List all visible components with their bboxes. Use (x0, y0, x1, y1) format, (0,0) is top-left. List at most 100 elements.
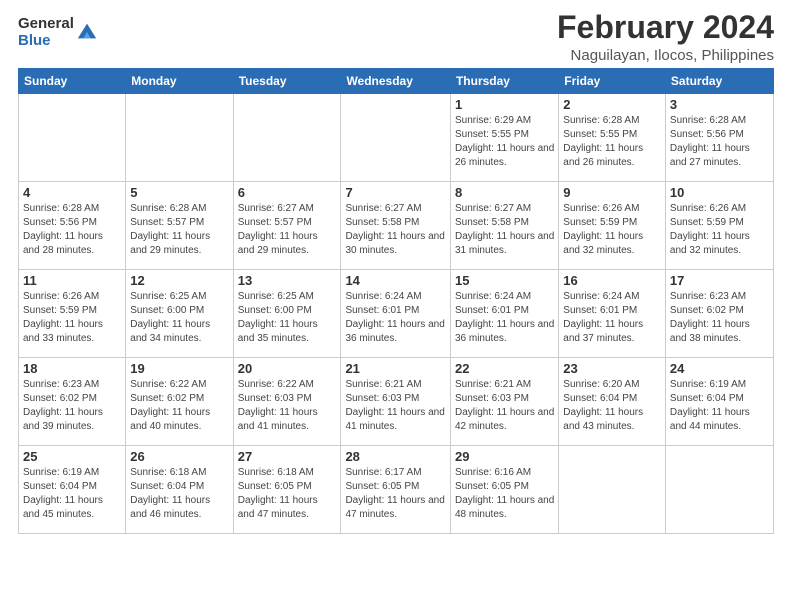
col-sunday: Sunday (19, 69, 126, 94)
day-info: Sunrise: 6:26 AM Sunset: 5:59 PM Dayligh… (23, 290, 121, 346)
day-info: Sunrise: 6:23 AM Sunset: 6:02 PM Dayligh… (670, 290, 769, 346)
calendar-cell: 28 Sunrise: 6:17 AM Sunset: 6:05 PM Dayli… (341, 446, 451, 534)
day-number: 16 (563, 273, 661, 288)
day-number: 28 (345, 449, 446, 464)
day-number: 29 (455, 449, 554, 464)
day-info: Sunrise: 6:28 AM Sunset: 5:57 PM Dayligh… (130, 202, 228, 258)
day-number: 19 (130, 361, 228, 376)
week-row-1: 1 Sunrise: 6:29 AM Sunset: 5:55 PM Daylig… (19, 94, 774, 182)
calendar-cell: 9 Sunrise: 6:26 AM Sunset: 5:59 PM Daylig… (559, 182, 666, 270)
day-info: Sunrise: 6:26 AM Sunset: 5:59 PM Dayligh… (563, 202, 661, 258)
week-row-4: 18Sunrise: 6:23 AM Sunset: 6:02 PM Dayli… (19, 358, 774, 446)
calendar-cell: 24 Sunrise: 6:19 AM Sunset: 6:04 PM Dayli… (665, 358, 773, 446)
day-number: 17 (670, 273, 769, 288)
day-number: 18 (23, 361, 121, 376)
day-info: Sunrise: 6:21 AM Sunset: 6:03 PM Dayligh… (345, 378, 446, 434)
col-saturday: Saturday (665, 69, 773, 94)
day-info: Sunrise: 6:29 AM Sunset: 5:55 PM Dayligh… (455, 114, 554, 170)
logo: General Blue (18, 16, 98, 49)
day-info: Sunrise: 6:28 AM Sunset: 5:56 PM Dayligh… (670, 114, 769, 170)
calendar-cell: 18Sunrise: 6:23 AM Sunset: 6:02 PM Dayli… (19, 358, 126, 446)
calendar-cell: 11 Sunrise: 6:26 AM Sunset: 5:59 PM Dayli… (19, 270, 126, 358)
calendar-cell (341, 94, 451, 182)
calendar-cell: 21Sunrise: 6:21 AM Sunset: 6:03 PM Dayli… (341, 358, 451, 446)
calendar-cell: 14 Sunrise: 6:24 AM Sunset: 6:01 PM Dayli… (341, 270, 451, 358)
day-number: 12 (130, 273, 228, 288)
day-info: Sunrise: 6:16 AM Sunset: 6:05 PM Dayligh… (455, 466, 554, 522)
header: General Blue February 2024 Naguilayan, I… (18, 10, 774, 64)
day-number: 10 (670, 185, 769, 200)
day-info: Sunrise: 6:25 AM Sunset: 6:00 PM Dayligh… (238, 290, 337, 346)
day-number: 9 (563, 185, 661, 200)
calendar-cell: 2Sunrise: 6:28 AM Sunset: 5:55 PM Daylig… (559, 94, 666, 182)
col-thursday: Thursday (450, 69, 558, 94)
calendar-cell (126, 94, 233, 182)
calendar-cell: 5 Sunrise: 6:28 AM Sunset: 5:57 PM Daylig… (126, 182, 233, 270)
day-info: Sunrise: 6:20 AM Sunset: 6:04 PM Dayligh… (563, 378, 661, 434)
week-row-3: 11 Sunrise: 6:26 AM Sunset: 5:59 PM Dayli… (19, 270, 774, 358)
day-number: 20 (238, 361, 337, 376)
calendar-cell (665, 446, 773, 534)
calendar-cell: 8 Sunrise: 6:27 AM Sunset: 5:58 PM Daylig… (450, 182, 558, 270)
day-number: 8 (455, 185, 554, 200)
day-info: Sunrise: 6:22 AM Sunset: 6:02 PM Dayligh… (130, 378, 228, 434)
day-info: Sunrise: 6:26 AM Sunset: 5:59 PM Dayligh… (670, 202, 769, 258)
day-number: 6 (238, 185, 337, 200)
day-info: Sunrise: 6:18 AM Sunset: 6:05 PM Dayligh… (238, 466, 337, 522)
calendar-cell: 6 Sunrise: 6:27 AM Sunset: 5:57 PM Daylig… (233, 182, 341, 270)
day-number: 1 (455, 97, 554, 112)
day-number: 3 (670, 97, 769, 112)
calendar-cell: 20 Sunrise: 6:22 AM Sunset: 6:03 PM Dayli… (233, 358, 341, 446)
day-number: 27 (238, 449, 337, 464)
day-info: Sunrise: 6:21 AM Sunset: 6:03 PM Dayligh… (455, 378, 554, 434)
calendar-cell: 17 Sunrise: 6:23 AM Sunset: 6:02 PM Dayli… (665, 270, 773, 358)
day-info: Sunrise: 6:19 AM Sunset: 6:04 PM Dayligh… (23, 466, 121, 522)
day-number: 23 (563, 361, 661, 376)
day-info: Sunrise: 6:17 AM Sunset: 6:05 PM Dayligh… (345, 466, 446, 522)
calendar-table: Sunday Monday Tuesday Wednesday Thursday… (18, 68, 774, 534)
calendar-cell: 22 Sunrise: 6:21 AM Sunset: 6:03 PM Dayli… (450, 358, 558, 446)
calendar-cell: 23 Sunrise: 6:20 AM Sunset: 6:04 PM Dayli… (559, 358, 666, 446)
day-info: Sunrise: 6:27 AM Sunset: 5:57 PM Dayligh… (238, 202, 337, 258)
day-number: 5 (130, 185, 228, 200)
col-tuesday: Tuesday (233, 69, 341, 94)
logo-general: General (18, 16, 74, 33)
col-wednesday: Wednesday (341, 69, 451, 94)
logo-blue: Blue (18, 33, 74, 50)
logo-icon (76, 20, 98, 42)
day-info: Sunrise: 6:22 AM Sunset: 6:03 PM Dayligh… (238, 378, 337, 434)
day-number: 11 (23, 273, 121, 288)
subtitle: Naguilayan, Ilocos, Philippines (557, 47, 774, 64)
day-info: Sunrise: 6:27 AM Sunset: 5:58 PM Dayligh… (345, 202, 446, 258)
calendar-cell: 4 Sunrise: 6:28 AM Sunset: 5:56 PM Daylig… (19, 182, 126, 270)
calendar-cell: 25 Sunrise: 6:19 AM Sunset: 6:04 PM Dayli… (19, 446, 126, 534)
day-number: 25 (23, 449, 121, 464)
day-number: 15 (455, 273, 554, 288)
day-info: Sunrise: 6:27 AM Sunset: 5:58 PM Dayligh… (455, 202, 554, 258)
day-info: Sunrise: 6:24 AM Sunset: 6:01 PM Dayligh… (455, 290, 554, 346)
calendar-cell: 27 Sunrise: 6:18 AM Sunset: 6:05 PM Dayli… (233, 446, 341, 534)
day-info: Sunrise: 6:19 AM Sunset: 6:04 PM Dayligh… (670, 378, 769, 434)
calendar-cell: 7 Sunrise: 6:27 AM Sunset: 5:58 PM Daylig… (341, 182, 451, 270)
day-info: Sunrise: 6:18 AM Sunset: 6:04 PM Dayligh… (130, 466, 228, 522)
week-row-5: 25 Sunrise: 6:19 AM Sunset: 6:04 PM Dayli… (19, 446, 774, 534)
day-number: 7 (345, 185, 446, 200)
day-number: 14 (345, 273, 446, 288)
day-info: Sunrise: 6:28 AM Sunset: 5:56 PM Dayligh… (23, 202, 121, 258)
day-info: Sunrise: 6:24 AM Sunset: 6:01 PM Dayligh… (345, 290, 446, 346)
day-number: 24 (670, 361, 769, 376)
day-info: Sunrise: 6:24 AM Sunset: 6:01 PM Dayligh… (563, 290, 661, 346)
calendar-header-row: Sunday Monday Tuesday Wednesday Thursday… (19, 69, 774, 94)
day-number: 22 (455, 361, 554, 376)
week-row-2: 4 Sunrise: 6:28 AM Sunset: 5:56 PM Daylig… (19, 182, 774, 270)
calendar-cell: 16 Sunrise: 6:24 AM Sunset: 6:01 PM Dayli… (559, 270, 666, 358)
day-number: 2 (563, 97, 661, 112)
calendar-cell: 3 Sunrise: 6:28 AM Sunset: 5:56 PM Daylig… (665, 94, 773, 182)
page: General Blue February 2024 Naguilayan, I… (0, 0, 792, 612)
calendar-cell: 13Sunrise: 6:25 AM Sunset: 6:00 PM Dayli… (233, 270, 341, 358)
calendar-cell: 12Sunrise: 6:25 AM Sunset: 6:00 PM Dayli… (126, 270, 233, 358)
day-number: 26 (130, 449, 228, 464)
calendar-cell: 19 Sunrise: 6:22 AM Sunset: 6:02 PM Dayli… (126, 358, 233, 446)
day-number: 4 (23, 185, 121, 200)
col-friday: Friday (559, 69, 666, 94)
